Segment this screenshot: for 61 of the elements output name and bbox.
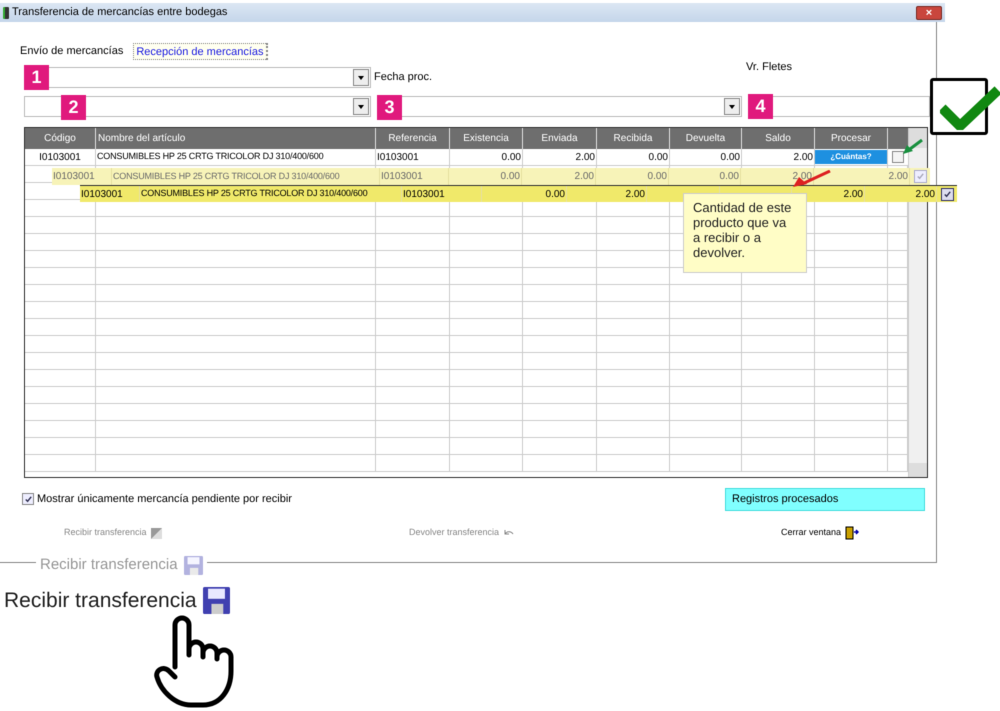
table-cell: I0103001 xyxy=(80,186,140,202)
callout-note: Cantidad de este producto que va a recibir o a devolver. xyxy=(683,193,807,273)
field-label: Vr. Fletes xyxy=(746,60,792,76)
table-cell: CONSUMIBLES HP 25 CRTG TRICOLOR DJ 310/400/600 xyxy=(96,149,376,165)
checkmark-icon xyxy=(24,494,32,504)
status-box: Registros procesados xyxy=(725,488,925,510)
table-cell: I0103001 xyxy=(25,149,96,165)
caret-icon xyxy=(353,98,369,115)
number-badge: 3 xyxy=(377,95,402,120)
app-icon xyxy=(3,6,9,18)
dropdown-field[interactable]: 3 xyxy=(377,96,742,117)
column-header: Recibida xyxy=(597,128,670,149)
undo-icon xyxy=(503,529,516,537)
column-header: Referencia xyxy=(376,128,450,149)
square-icon xyxy=(150,528,162,538)
checkmark-icon xyxy=(916,172,924,181)
dropdown-field[interactable]: 2 xyxy=(24,96,371,117)
column-header: Devuelta xyxy=(670,128,742,149)
door-icon xyxy=(845,526,860,540)
column-header: Existencia xyxy=(450,128,523,149)
column-header: Procesar xyxy=(815,128,888,149)
column-header: Nombre del artículo xyxy=(96,128,376,149)
table-cell: 0.00 xyxy=(450,149,523,165)
caret-icon xyxy=(724,98,740,115)
tab[interactable]: Recepción de mercancías xyxy=(133,43,268,60)
number-badge: 2 xyxy=(61,95,86,120)
table-cell: 0.00 xyxy=(670,149,742,165)
checkbox-label: Mostrar únicamente mercancía pendiente por recibir xyxy=(37,492,292,507)
checkbox[interactable] xyxy=(892,151,904,163)
table-cell: I0103001 xyxy=(402,186,482,202)
close-button[interactable]: × xyxy=(916,6,942,20)
button-label: Recibir transferencia xyxy=(4,588,197,614)
table-cell: 0.00 xyxy=(597,149,670,165)
table-cell: I0103001 xyxy=(376,149,450,165)
tab[interactable]: Envío de mercancías xyxy=(20,43,124,60)
how-many-button[interactable]: ¿Cuántas? xyxy=(815,150,887,164)
field-label: Fecha proc. xyxy=(374,70,434,86)
column-header: Enviada xyxy=(523,128,597,149)
action-link[interactable]: Cerrar ventana xyxy=(781,526,860,540)
checkbox[interactable] xyxy=(22,493,34,505)
number-badge: 1 xyxy=(24,65,49,90)
save-icon xyxy=(184,556,203,575)
arrow-icon xyxy=(902,139,924,155)
table-cell: 0.00 xyxy=(482,186,567,202)
column-header: Código xyxy=(25,128,96,149)
checkbox[interactable] xyxy=(914,170,926,183)
dropdown-field[interactable]: 1 xyxy=(24,67,371,88)
save-icon xyxy=(202,587,230,614)
checkbox[interactable] xyxy=(940,188,954,200)
table-cell: CONSUMIBLES HP 25 CRTG TRICOLOR DJ 310/400/600 xyxy=(140,186,402,202)
number-badge: 4 xyxy=(748,94,773,119)
arrow-icon xyxy=(792,170,832,188)
table-cell: 2.00 xyxy=(567,186,647,202)
checkmark-icon xyxy=(942,190,952,198)
input-field[interactable]: 4 xyxy=(748,96,930,117)
column-header: Saldo xyxy=(742,128,815,149)
window-title: Transferencia de mercancías entre bodegas xyxy=(12,5,228,20)
table-cell: 2.00 xyxy=(523,149,597,165)
table-cell: 2.00 xyxy=(865,186,937,202)
caret-icon xyxy=(353,69,369,86)
button-label: Recibir transferencia xyxy=(40,555,178,575)
